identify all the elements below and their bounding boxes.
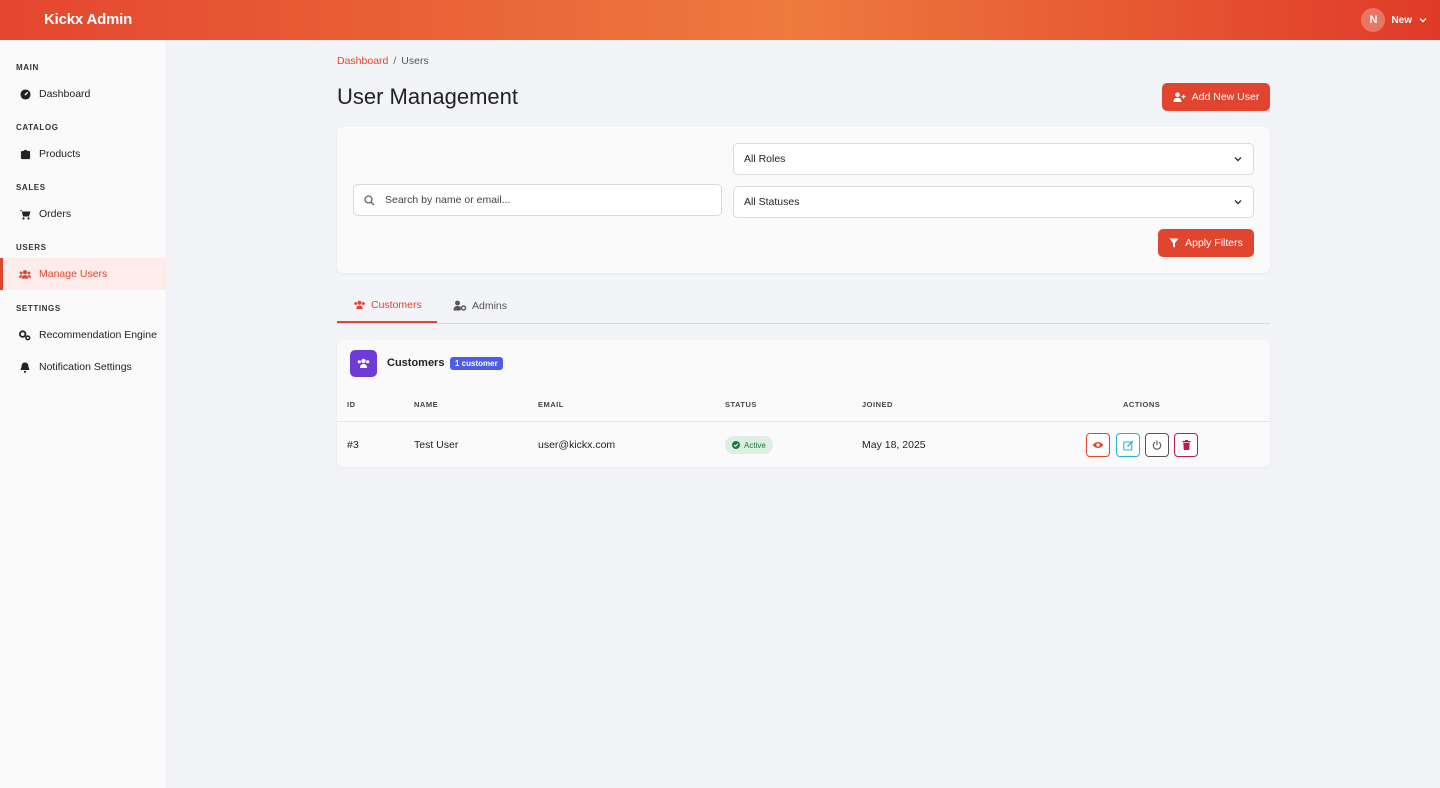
cell-name: Test User (414, 439, 459, 451)
bell-icon (19, 361, 31, 373)
search-field[interactable] (353, 184, 722, 216)
breadcrumb-separator: / (393, 55, 397, 67)
sidebar-item-orders[interactable]: Orders (0, 198, 167, 230)
user-tabs: Customers Admins (337, 288, 1270, 324)
column-header-status[interactable]: STATUS (725, 400, 757, 409)
tab-customers[interactable]: Customers (337, 288, 437, 323)
cart-icon (19, 208, 31, 220)
column-header-name[interactable]: NAME (414, 400, 438, 409)
breadcrumb-link-dashboard[interactable]: Dashboard (337, 55, 388, 67)
eye-icon (1092, 442, 1104, 448)
sidebar-section-users: USERS (16, 243, 47, 252)
sidebar-item-products[interactable]: Products (0, 138, 167, 170)
power-icon (1152, 440, 1162, 450)
cogs-icon (19, 329, 31, 341)
table-title: Customers (387, 357, 445, 369)
status-badge: Active (725, 436, 773, 454)
column-header-email[interactable]: EMAIL (538, 400, 564, 409)
users-icon (354, 300, 365, 309)
sidebar-item-label: Dashboard (39, 88, 91, 100)
sidebar-item-label: Recommendation Engine (39, 329, 157, 341)
sidebar-section-settings: SETTINGS (16, 304, 61, 313)
sidebar-item-label: Manage Users (39, 268, 108, 280)
avatar[interactable]: N (1361, 8, 1386, 32)
apply-filters-label: Apply Filters (1185, 237, 1243, 249)
add-user-label: Add New User (1191, 91, 1260, 103)
tab-label: Admins (472, 299, 508, 312)
column-header-actions: ACTIONS (1123, 400, 1161, 409)
status-label: Active (744, 440, 766, 450)
add-user-button[interactable]: Add New User (1162, 83, 1270, 111)
user-gear-icon (453, 300, 467, 311)
sidebar-section-main: MAIN (16, 63, 39, 72)
check-circle-icon (732, 441, 740, 449)
sidebar-item-label: Products (39, 148, 81, 160)
cell-id: #3 (347, 439, 359, 451)
cell-joined: May 18, 2025 (862, 439, 926, 451)
sidebar-item-notification-settings[interactable]: Notification Settings (0, 351, 167, 383)
user-plus-icon (1173, 92, 1186, 102)
divider (337, 421, 1270, 422)
user-menu[interactable]: N New (1361, 8, 1428, 32)
sidebar-item-label: Orders (39, 208, 72, 220)
sidebar-item-recommendation-engine[interactable]: Recommendation Engine (0, 319, 167, 351)
cell-email: user@kickx.com (538, 439, 616, 451)
tab-label: Customers (371, 298, 422, 311)
page-title: User Management (337, 84, 518, 109)
chevron-down-icon (1234, 200, 1242, 205)
box-icon (19, 148, 31, 160)
search-input[interactable] (385, 194, 705, 206)
status-select-value: All Statuses (744, 196, 800, 208)
top-navbar: Kickx Admin N New (0, 0, 1440, 40)
sidebar-item-manage-users[interactable]: Manage Users (0, 258, 167, 290)
chevron-down-icon (1234, 157, 1242, 162)
users-icon (19, 268, 31, 280)
edit-icon (1122, 440, 1133, 451)
trash-icon (1182, 440, 1190, 450)
tab-admins[interactable]: Admins (453, 288, 507, 323)
view-user-button[interactable] (1086, 433, 1110, 457)
apply-filters-button[interactable]: Apply Filters (1158, 229, 1254, 257)
brand-logo[interactable]: Kickx Admin (44, 11, 132, 28)
sidebar-item-dashboard[interactable]: Dashboard (0, 78, 167, 110)
filter-icon (1169, 238, 1179, 248)
sidebar-item-label: Notification Settings (39, 361, 132, 373)
user-name[interactable]: New (1391, 15, 1412, 26)
sidebar-section-sales: SALES (16, 183, 46, 192)
chevron-down-icon[interactable] (1418, 15, 1428, 25)
breadcrumb-current: Users (401, 55, 429, 67)
dashboard-icon (19, 88, 31, 100)
column-header-id[interactable]: ID (347, 400, 356, 409)
toggle-status-button[interactable] (1145, 433, 1169, 457)
sidebar-section-catalog: CATALOG (16, 123, 59, 132)
edit-user-button[interactable] (1116, 433, 1140, 457)
breadcrumb: Dashboard / Users (337, 55, 429, 67)
status-select[interactable]: All Statuses (733, 186, 1254, 218)
search-icon (364, 194, 375, 205)
column-header-joined[interactable]: JOINED (862, 400, 893, 409)
role-select[interactable]: All Roles (733, 143, 1254, 175)
delete-user-button[interactable] (1174, 433, 1198, 457)
role-select-value: All Roles (744, 153, 786, 165)
count-badge: 1 customer (450, 357, 503, 370)
users-icon (350, 350, 377, 377)
